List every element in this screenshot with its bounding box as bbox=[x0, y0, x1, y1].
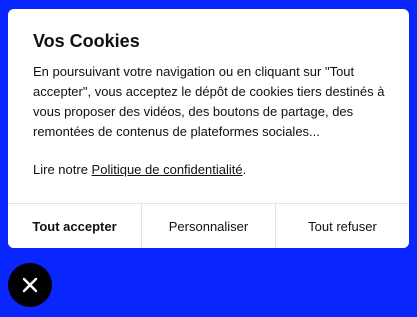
cookie-actions: Tout accepter Personnaliser Tout refuser bbox=[8, 203, 409, 248]
privacy-policy-suffix: . bbox=[242, 162, 247, 177]
cookie-banner-description: En poursuivant votre navigation ou en cl… bbox=[33, 64, 385, 139]
close-icon bbox=[22, 277, 38, 293]
cookie-banner-title: Vos Cookies bbox=[33, 31, 140, 51]
accept-all-button[interactable]: Tout accepter bbox=[8, 204, 141, 248]
customize-button[interactable]: Personnaliser bbox=[141, 204, 275, 248]
cookie-banner: Vos Cookies En poursuivant votre navigat… bbox=[8, 9, 409, 248]
refuse-all-button[interactable]: Tout refuser bbox=[275, 204, 409, 248]
privacy-policy-line: Lire notre Politique de confidentialité. bbox=[33, 160, 246, 180]
close-button[interactable] bbox=[8, 263, 52, 307]
privacy-policy-prefix: Lire notre bbox=[33, 162, 92, 177]
privacy-policy-link[interactable]: Politique de confidentialité bbox=[92, 162, 243, 177]
